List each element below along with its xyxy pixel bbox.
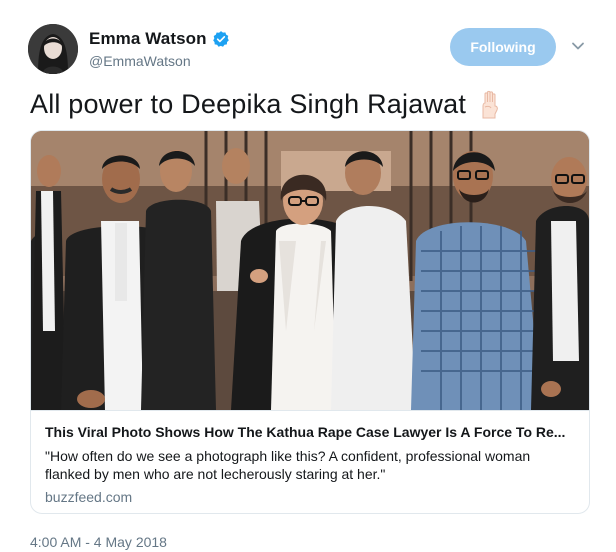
card-body[interactable]: This Viral Photo Shows How The Kathua Ra… xyxy=(31,410,589,513)
raised-fist-emoji xyxy=(474,88,506,120)
card-domain[interactable]: buzzfeed.com xyxy=(45,489,132,505)
tweet-text-row: All power to Deepika Singh Rajawat xyxy=(30,88,506,120)
user-name-row[interactable]: Emma Watson xyxy=(89,29,230,49)
tweet-text: All power to Deepika Singh Rajawat xyxy=(30,88,467,119)
display-name[interactable]: Emma Watson xyxy=(89,29,207,49)
tweet-timestamp[interactable]: 4:00 AM - 4 May 2018 xyxy=(30,534,167,550)
following-button[interactable]: Following xyxy=(450,28,556,66)
chevron-down-icon[interactable] xyxy=(570,38,586,54)
user-handle[interactable]: @EmmaWatson xyxy=(89,53,191,69)
card-title[interactable]: This Viral Photo Shows How The Kathua Ra… xyxy=(45,424,577,440)
card-photo[interactable] xyxy=(31,131,589,410)
tweet: Emma Watson @EmmaWatson Following All po… xyxy=(0,0,616,552)
card-description: "How often do we see a photograph like t… xyxy=(45,448,531,482)
link-card[interactable]: This Viral Photo Shows How The Kathua Ra… xyxy=(30,130,590,514)
verified-badge-icon xyxy=(212,30,230,48)
avatar[interactable] xyxy=(28,24,78,74)
